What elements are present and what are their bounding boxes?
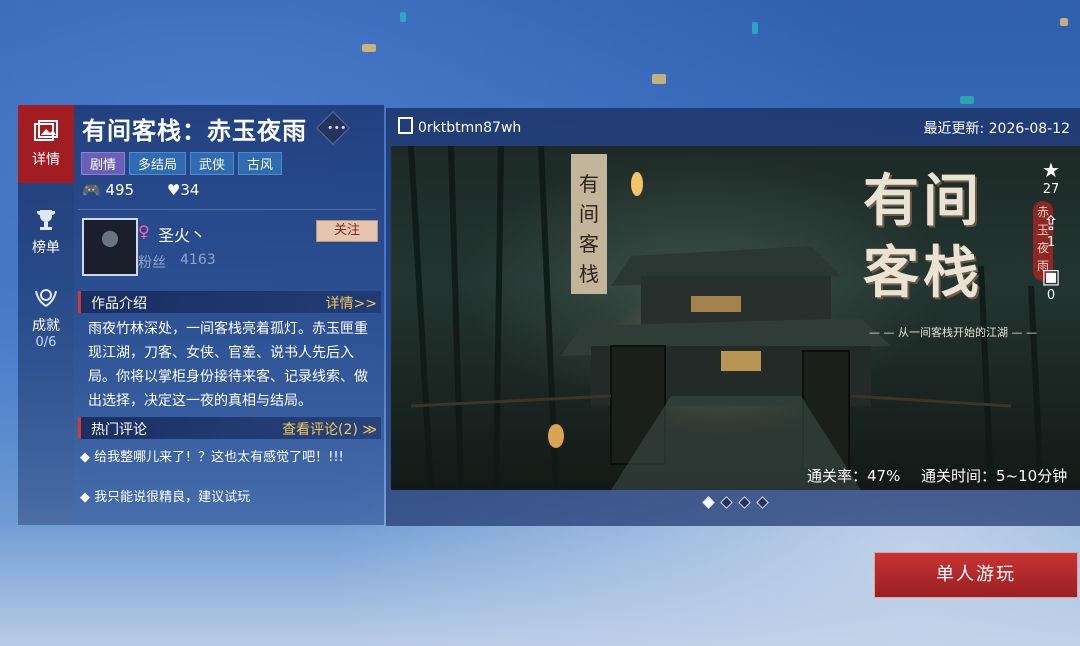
last-updated: 最近更新: 2026-08-12	[923, 121, 1070, 137]
carousel-dot[interactable]	[738, 496, 751, 509]
achievement-progress: 0/6	[35, 335, 57, 350]
carousel-dot[interactable]	[702, 496, 715, 509]
play-count: 495	[105, 181, 135, 199]
logo-subtitle: — — 从一间客栈开始的江湖 — —	[869, 326, 1037, 339]
game-title: 有间客栈：赤玉夜雨	[82, 117, 307, 145]
svg-text:间: 间	[579, 202, 599, 226]
tag[interactable]: 多结局	[129, 152, 187, 175]
confetti	[752, 22, 758, 34]
carousel-dots	[702, 496, 769, 509]
game-info-panel: 有间客栈：赤玉夜雨 ••• 剧情 多结局 武侠 古风 🎮 495 ♥34 ♀ 圣…	[74, 105, 384, 525]
comment-item: ◆ 给我整哪儿来了！？这也太有感觉了吧！!!!	[80, 450, 344, 465]
confetti	[652, 74, 666, 84]
heart-icon[interactable]: ♥	[167, 181, 180, 199]
confetti	[1060, 18, 1068, 26]
trophy-icon	[37, 210, 56, 230]
clear-rate: 通关率：47%	[807, 467, 901, 485]
fans-label: 粉丝	[138, 255, 166, 271]
tag-list: 剧情 多结局 武侠 古风	[81, 152, 283, 175]
intro-details-link[interactable]: 详情>>	[326, 293, 377, 313]
tag[interactable]: 古风	[238, 152, 283, 175]
nav-label: 详情	[32, 152, 60, 168]
nav-item-ranking[interactable]: 榜单	[18, 193, 74, 271]
follow-button[interactable]: 关注	[316, 220, 378, 242]
avatar[interactable]	[82, 218, 138, 276]
nav-label: 成就	[32, 318, 60, 334]
star-icon[interactable]: ★	[1031, 158, 1071, 182]
logo-title-line2: 客栈	[863, 240, 983, 306]
svg-text:栈: 栈	[579, 262, 599, 286]
image-icon	[34, 120, 58, 141]
section-title: 热门评论	[91, 422, 147, 438]
gift-icon[interactable]: ▣	[1031, 264, 1071, 288]
comment-item: ◆ 我只能说很精良，建议试玩	[80, 490, 251, 505]
female-icon: ♀	[138, 222, 150, 241]
share-count: 1	[1046, 235, 1056, 250]
tag[interactable]: 剧情	[81, 152, 126, 175]
confetti	[400, 12, 406, 22]
section-title: 作品介绍	[91, 296, 147, 312]
tag[interactable]: 武侠	[190, 152, 235, 175]
preview-panel: 0rktbtmn87wh 最近更新: 2026-08-12 有 间 客 栈 有间…	[386, 108, 1080, 526]
single-player-button[interactable]: 单人游玩	[874, 552, 1078, 598]
comments-header: 热门评论 查看评论(2) ≫	[78, 417, 381, 439]
author-name[interactable]: 圣火丶	[158, 222, 206, 246]
intro-header: 作品介绍 详情>>	[78, 291, 381, 313]
author-card: ♀ 圣火丶 关注 粉丝 4163	[78, 209, 378, 276]
svg-text:有: 有	[579, 172, 599, 196]
fans-count: 4163	[180, 252, 216, 268]
more-options-icon[interactable]: •••	[316, 111, 350, 145]
game-description: 雨夜竹林深处，一间客栈亮着孤灯。赤玉匣重现江湖，刀客、女侠、官差、说书人先后入局…	[88, 321, 368, 409]
game-id-text: 0rktbtmn87wh	[418, 120, 522, 136]
svg-text:客: 客	[579, 232, 599, 256]
cover-image[interactable]: 有 间 客 栈 有间 客栈 — — 从一间客栈开始的江湖 — — 赤玉夜雨 ★ …	[391, 146, 1080, 490]
nav-label: 榜单	[32, 240, 60, 256]
laurel-icon	[35, 289, 57, 307]
nav-item-details[interactable]: 详情	[18, 105, 74, 183]
game-id[interactable]: 0rktbtmn87wh	[398, 117, 521, 136]
carousel-dot[interactable]	[756, 496, 769, 509]
carousel-dot[interactable]	[720, 496, 733, 509]
document-icon	[398, 117, 413, 134]
gift-count: 0	[1046, 288, 1056, 303]
confetti	[362, 44, 376, 52]
gamepad-icon: 🎮	[82, 181, 101, 199]
logo-title-line1: 有间	[863, 168, 983, 234]
confetti	[960, 96, 974, 104]
side-nav: 详情 榜单 成就 0/6	[18, 105, 74, 525]
preview-side-stats: ★ 27 ⇪ 1 ▣ 0	[1031, 158, 1071, 317]
clear-time: 通关时间：5~10分钟	[921, 467, 1068, 485]
nav-item-achievements[interactable]: 成就 0/6	[18, 271, 74, 361]
view-comments-link[interactable]: 查看评论(2) ≫	[282, 419, 377, 439]
game-stats: 🎮 495 ♥34	[82, 181, 227, 199]
favorite-count: 27	[1042, 182, 1060, 197]
share-icon[interactable]: ⇪	[1031, 211, 1071, 235]
like-count: 34	[180, 181, 200, 199]
